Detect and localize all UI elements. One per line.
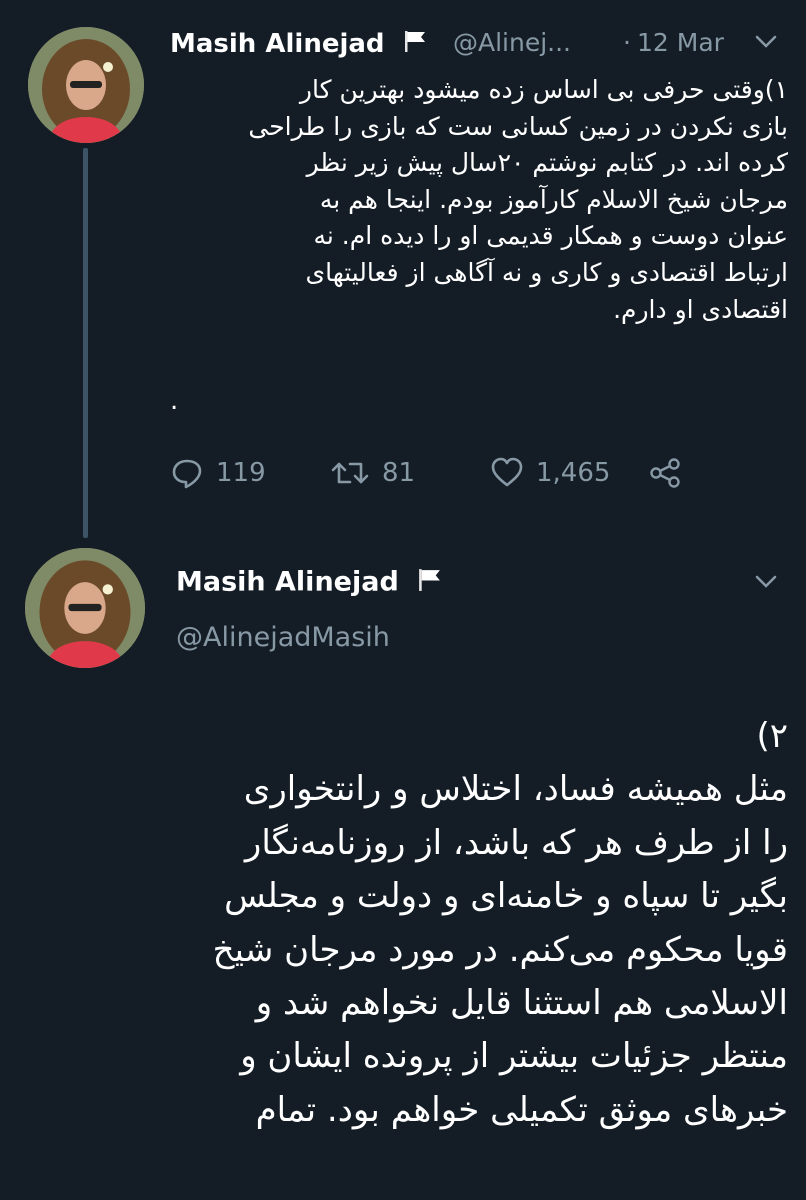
reply-icon <box>172 459 202 489</box>
reply-button[interactable]: 119 <box>170 456 266 490</box>
tweet-text-line: بازی نکردن در زمین کسانی ست که بازی را ط… <box>248 111 788 141</box>
author-name-text[interactable]: Masih Alinejad <box>176 567 399 598</box>
tweet-text-line: ۲) <box>756 716 788 756</box>
separator-dot: · <box>623 28 631 57</box>
author-handle[interactable]: @Alinej... <box>453 28 571 57</box>
like-button[interactable]: 1,465 <box>490 456 610 490</box>
trailing-dot: . <box>170 386 179 416</box>
tweet-text-line: مرجان شیخ الاسلام کارآموز بودم. اینجا هم… <box>319 184 788 214</box>
tweet-text-line: کرده اند. در کتابم نوشتم ۲۰سال پیش زیر ن… <box>306 148 788 178</box>
tweet-text-line: عنوان دوست و همکار قدیمی او را دیده ام. … <box>313 221 788 251</box>
heart-icon <box>491 457 523 487</box>
thread-connector <box>83 148 88 538</box>
white-flag-icon <box>416 566 443 600</box>
chevron-down-icon[interactable] <box>754 574 778 594</box>
like-count: 1,465 <box>536 458 611 488</box>
tweet-text-line: ارتباط اقتصادی و کاری و نه آگاهی از فعال… <box>305 257 788 287</box>
chevron-down-icon[interactable] <box>754 34 778 54</box>
white-flag-icon <box>402 28 428 61</box>
tweet-text-line: الاسلامی هم استثنا قایل نخواهم شد و <box>255 983 788 1024</box>
avatar[interactable] <box>25 548 145 668</box>
share-button[interactable] <box>648 456 682 490</box>
avatar[interactable] <box>28 27 144 143</box>
tweet-text-line: قویا محکوم می‌کنم. در مورد مرجان شیخ <box>212 929 788 970</box>
tweet-text-line: ۱)وقتی حرفی بی اساس زده میشود بهترین کار <box>299 75 788 104</box>
tweet-text-line: خبرهای موثق تکمیلی خواهم بود. تمام <box>255 1089 788 1130</box>
tweet-text-line: بگیر تا سپاه و خامنه‌ای و دولت و مجلس <box>224 876 788 917</box>
tweet-text-line: منتظر جزئیات بیشتر از پرونده ایشان و <box>240 1036 788 1077</box>
retweet-count: 81 <box>382 458 416 488</box>
tweet-date[interactable]: 12 Mar <box>637 28 724 57</box>
author-name[interactable]: Masih Alinejad <box>176 566 443 600</box>
author-name[interactable]: Masih Alinejad <box>170 28 428 61</box>
tweet-text-line: را از طرف هر که باشد، از روزنامه‌نگار <box>244 822 788 863</box>
retweet-button[interactable]: 81 <box>330 456 415 490</box>
retweet-icon <box>331 462 369 484</box>
author-name-text[interactable]: Masih Alinejad <box>170 29 385 59</box>
reply-count: 119 <box>216 458 266 488</box>
tweet-text: ۲) مثل همیشه فساد، اختلاس و رانتخواری را… <box>40 710 788 1137</box>
author-handle[interactable]: @AlinejadMasih <box>176 622 390 653</box>
tweet-text-line: اقتصادی او دارم. <box>613 294 788 324</box>
tweet-text-line: مثل همیشه فساد، اختلاس و رانتخواری <box>243 769 788 810</box>
share-icon <box>650 458 680 488</box>
tweet-text: ۱)وقتی حرفی بی اساس زده میشود بهترین کار… <box>155 72 788 328</box>
